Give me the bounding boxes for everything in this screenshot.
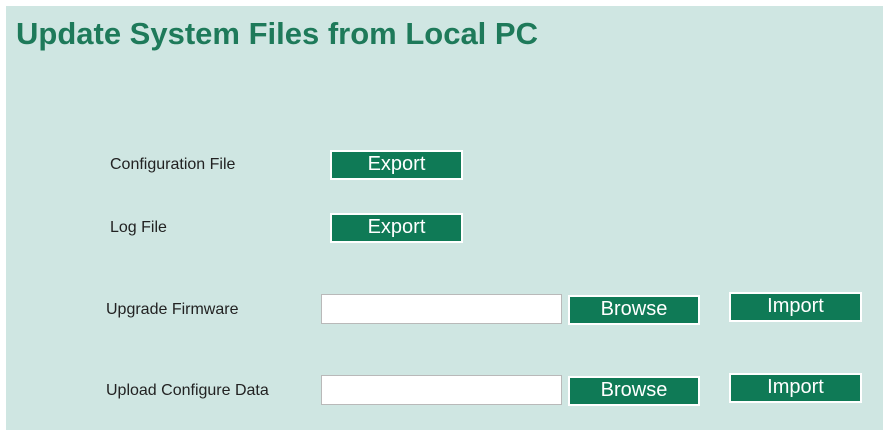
config-import-button[interactable]: Import [729, 373, 862, 403]
upload-config-label: Upload Configure Data [106, 382, 269, 399]
upgrade-firmware-label: Upgrade Firmware [106, 301, 239, 318]
config-file-input[interactable] [321, 375, 562, 405]
log-export-button[interactable]: Export [330, 213, 463, 243]
config-export-button[interactable]: Export [330, 150, 463, 180]
firmware-file-input[interactable] [321, 294, 562, 324]
config-file-label: Configuration File [110, 156, 236, 173]
content-panel: Update System Files from Local PC Config… [6, 6, 883, 430]
log-file-label: Log File [110, 219, 167, 236]
page-title: Update System Files from Local PC [16, 16, 538, 51]
firmware-import-button[interactable]: Import [729, 292, 862, 322]
config-browse-button[interactable]: Browse [568, 376, 700, 406]
firmware-browse-button[interactable]: Browse [568, 295, 700, 325]
